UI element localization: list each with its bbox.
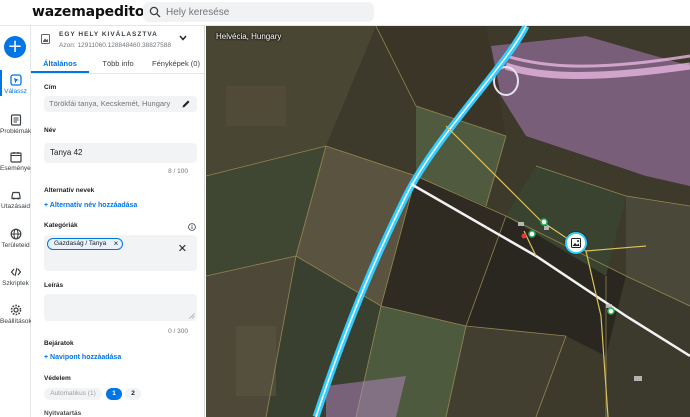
name-field[interactable]: Tanya 42: [44, 143, 197, 163]
map-canvas[interactable]: Helvécia, Hungary: [206, 26, 690, 417]
place-panel: EGY HELY KIVÁLASZTVA Azon: 12911060.1288…: [31, 26, 205, 417]
rail-item-label: Események: [0, 165, 34, 172]
categories-field[interactable]: Gazdaság / Tanya × ✕: [44, 235, 197, 271]
rail-item-label: Beállítások: [0, 318, 32, 325]
rail-item-scripts[interactable]: Szkriptek: [0, 266, 31, 287]
image-icon: [571, 238, 581, 248]
add-entrance-link[interactable]: + Navipont hozzáadása: [44, 354, 121, 361]
rail-item-label: Szkriptek: [2, 280, 29, 287]
alt-names-label: Alternatív nevek: [44, 187, 95, 194]
tab-more-info[interactable]: Több info: [89, 56, 147, 73]
satellite-imagery: [206, 26, 690, 417]
rail-item-issues[interactable]: Problémák: [0, 114, 31, 135]
info-icon[interactable]: [188, 223, 196, 231]
waze-logo: wazemapeditor: [32, 4, 152, 20]
clear-categories-icon[interactable]: ✕: [178, 242, 187, 255]
add-button[interactable]: +: [4, 36, 26, 58]
category-chip[interactable]: Gazdaság / Tanya ×: [47, 238, 124, 250]
protection-label: Védelem: [44, 375, 71, 382]
lock-auto-option[interactable]: Automatikus (1): [44, 388, 102, 400]
place-icon: [41, 34, 50, 44]
calendar-icon: [9, 152, 22, 163]
search-box[interactable]: [143, 2, 374, 22]
rail-item-settings[interactable]: Beállítások: [0, 304, 32, 325]
map-location-label: Helvécia, Hungary: [216, 32, 282, 41]
search-input[interactable]: [166, 6, 366, 18]
opening-hours-label: Nyitvatartás: [44, 410, 82, 417]
description-label: Leírás: [44, 282, 64, 289]
entrances-label: Bejáratok: [44, 340, 74, 347]
rail-item-drives[interactable]: Utazásaid: [0, 189, 31, 210]
globe-icon: [10, 228, 21, 240]
chevron-down-icon[interactable]: [179, 35, 187, 41]
address-value: Törökfái tanya, Kecskemét, Hungary: [49, 99, 171, 108]
description-counter: 0 / 300: [168, 328, 188, 335]
panel-title: EGY HELY KIVÁLASZTVA: [59, 31, 158, 38]
address-field[interactable]: Törökfái tanya, Kecskemét, Hungary: [44, 96, 197, 112]
rail-item-label: Területeid: [1, 242, 30, 249]
rail-item-label: Problémák: [0, 128, 32, 135]
tab-photos[interactable]: Fényképek (0): [147, 56, 204, 73]
rail-item-events[interactable]: Események: [0, 151, 34, 172]
top-bar: wazemapeditor: [0, 0, 690, 26]
list-icon: [10, 114, 21, 126]
code-icon: [10, 267, 21, 277]
left-rail: + Válassz Problémák Események Utazásaid …: [0, 26, 34, 417]
address-label: Cím: [44, 84, 57, 91]
rail-item-select[interactable]: Válassz: [0, 70, 31, 96]
lock-level-1-option[interactable]: 1: [106, 388, 122, 400]
gear-icon: [10, 304, 21, 316]
chip-close-icon[interactable]: ×: [114, 239, 119, 249]
search-icon: [149, 6, 161, 18]
rail-item-label: Utazásaid: [1, 203, 30, 210]
add-alt-name-link[interactable]: + Alternatív név hozzáadása: [44, 202, 137, 209]
rail-item-label: Válassz: [4, 88, 27, 95]
rail-item-areas[interactable]: Területeid: [0, 228, 31, 249]
category-chip-label: Gazdaság / Tanya: [54, 240, 107, 247]
pencil-icon[interactable]: [181, 99, 191, 109]
panel-tabs: Általános Több info Fényképek (0): [31, 56, 204, 74]
lock-level-2-option[interactable]: 2: [125, 388, 141, 400]
name-counter: 8 / 100: [168, 168, 188, 175]
description-field[interactable]: [44, 294, 197, 321]
selected-place-marker[interactable]: [565, 232, 587, 254]
categories-label: Kategóriák: [44, 222, 78, 229]
resize-grip-icon[interactable]: [189, 313, 195, 319]
select-icon: [9, 74, 22, 86]
place-id: Azon: 12911060.128848460.38827588: [59, 42, 171, 49]
tab-general[interactable]: Általános: [31, 56, 89, 73]
car-icon: [10, 191, 21, 200]
name-label: Név: [44, 127, 56, 134]
